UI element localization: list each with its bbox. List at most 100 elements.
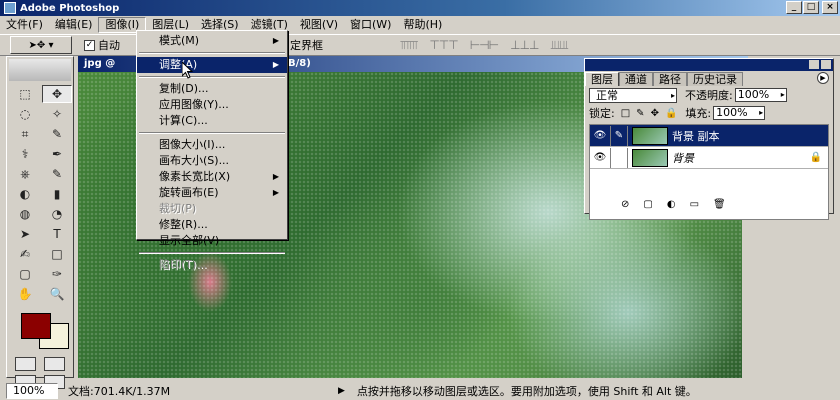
status-hint: 点按并拖移以移动图层或选区。要用附加选项，使用 Shift 和 Alt 键。 (356, 385, 697, 398)
auto-select-checkbox[interactable]: ✓ (84, 39, 95, 51)
tab-paths[interactable]: 路径 (653, 72, 687, 86)
foreground-color-swatch[interactable] (21, 313, 51, 339)
fill-input[interactable]: 100% (713, 106, 766, 120)
tool-preset-picker[interactable]: ➤✥ ▾ (10, 36, 72, 54)
history-brush-tool-icon[interactable]: ✎ (42, 165, 72, 183)
new-layer-icon[interactable]: ▭ (690, 199, 699, 210)
adjustment-layer-icon[interactable]: ◐ (667, 199, 676, 210)
menu-window[interactable]: 窗口(W) (344, 17, 397, 33)
menu-item-crop: 裁切(P) (159, 202, 197, 215)
menu-view[interactable]: 视图(V) (294, 17, 344, 33)
window-controls: _ □ × (786, 1, 838, 14)
zoom-tool-icon[interactable]: 🔍 (42, 285, 72, 303)
menu-item-trap: 陷印(T)... (159, 258, 207, 271)
opacity-input[interactable]: 100% (734, 88, 787, 102)
align-icon[interactable]: ⫪⫪⫪ (400, 38, 418, 53)
lock-transparency-icon[interactable]: □ (621, 108, 630, 119)
zoom-input[interactable]: 100% (6, 383, 58, 399)
lock-label: 锁定: (589, 107, 615, 120)
align-icon[interactable]: ⊢⊣⊢ (470, 38, 499, 53)
hand-tool-icon[interactable]: ✋ (10, 285, 40, 303)
slice-tool-icon[interactable]: ✎ (42, 125, 72, 143)
align-buttons: ⫪⫪⫪ ⊤⊤⊤ ⊢⊣⊢ ⊥⊥⊥ ⫫⫫⫫ (400, 38, 569, 53)
type-tool-icon[interactable]: T (42, 225, 72, 243)
dodge-tool-icon[interactable]: ◔ (42, 205, 72, 223)
menu-item-adjustments[interactable]: 调整(A) ▶ (137, 57, 287, 73)
layer-style-icon[interactable]: ⊘ (621, 199, 629, 210)
panel-menu-icon[interactable]: ▶ (817, 72, 829, 84)
minimize-button[interactable]: _ (786, 1, 802, 14)
layer-mask-icon[interactable]: ▢ (643, 199, 652, 210)
brush-link-icon[interactable] (610, 147, 628, 168)
lasso-tool-icon[interactable]: ◌ (10, 105, 40, 123)
submenu-arrow-icon: ▶ (272, 36, 279, 45)
menu-item-apply-image[interactable]: 应用图像(Y)... (137, 97, 287, 113)
menu-item-duplicate[interactable]: 复制(D)... (137, 81, 287, 97)
magic-wand-tool-icon[interactable]: ✧ (42, 105, 72, 123)
document-size: 文档:701.4K/1.37M (68, 385, 171, 398)
lock-pixels-icon[interactable]: ✎ (636, 108, 644, 119)
menu-item-trim[interactable]: 修整(R)... (137, 217, 287, 233)
gradient-tool-icon[interactable]: ▮ (42, 185, 72, 203)
blend-mode-select[interactable]: 正常 (589, 87, 677, 103)
show-bounding-box-label: 定界框 (290, 39, 323, 52)
lock-icons: □ ✎ ✥ 🔒 (621, 108, 678, 119)
layer-row[interactable]: 👁 背景 🔒 (590, 147, 828, 169)
lock-position-icon[interactable]: ✥ (651, 108, 659, 119)
brush-link-icon[interactable]: ✎ (610, 125, 628, 146)
menu-file[interactable]: 文件(F) (0, 17, 49, 33)
menu-help[interactable]: 帮助(H) (397, 17, 448, 33)
status-menu-arrow-icon[interactable]: ▶ (338, 386, 345, 396)
visibility-eye-icon[interactable]: 👁 (590, 130, 610, 141)
maximize-button[interactable]: □ (803, 1, 819, 14)
menu-item-image-size[interactable]: 图像大小(I)... (137, 137, 287, 153)
menu-item-pixel-aspect[interactable]: 像素长宽比(X) ▶ (137, 169, 287, 185)
eyedropper-tool-icon[interactable]: ✑ (42, 265, 72, 283)
layer-row[interactable]: 👁 ✎ 背景 副本 (590, 125, 828, 147)
visibility-eye-icon[interactable]: 👁 (590, 152, 610, 163)
notes-tool-icon[interactable]: ▢ (10, 265, 40, 283)
tool-grid: ⬚ ✥ ◌ ✧ ⌗ ✎ ⚕ ✒ ⎈ ✎ ◐ ▮ ◍ ◔ ➤ T ✍ □ ▢ ✑ … (7, 83, 73, 305)
menu-edit[interactable]: 编辑(E) (49, 17, 99, 33)
marquee-tool-icon[interactable]: ⬚ (10, 85, 40, 103)
clone-stamp-tool-icon[interactable]: ⎈ (10, 165, 40, 183)
tab-history[interactable]: 历史记录 (687, 72, 743, 86)
document-title: jpg @ (84, 58, 116, 69)
pen-tool-icon[interactable]: ✍ (10, 245, 40, 263)
quick-mask-button[interactable] (44, 357, 65, 371)
menu-item-reveal-all[interactable]: 显示全部(V) (137, 233, 287, 249)
healing-brush-tool-icon[interactable]: ⚕ (10, 145, 40, 163)
blur-tool-icon[interactable]: ◍ (10, 205, 40, 223)
blend-row: 正常 不透明度: 100% (585, 86, 833, 104)
menu-item-rotate-canvas[interactable]: 旋转画布(E) ▶ (137, 185, 287, 201)
panel-tabs: 图层 通道 路径 历史记录 ▶ (585, 72, 833, 86)
crop-tool-icon[interactable]: ⌗ (10, 125, 40, 143)
tab-layers[interactable]: 图层 (585, 72, 619, 86)
path-selection-tool-icon[interactable]: ➤ (10, 225, 40, 243)
shape-tool-icon[interactable]: □ (42, 245, 72, 263)
move-tool-icon[interactable]: ✥ (42, 85, 72, 103)
eraser-tool-icon[interactable]: ◐ (10, 185, 40, 203)
panel-close-icon[interactable] (821, 60, 831, 69)
menu-item-mode[interactable]: 模式(M) ▶ (137, 33, 287, 49)
layer-thumbnail (632, 126, 668, 145)
distribute-icon[interactable]: ⫫⫫⫫ (550, 38, 568, 53)
close-button[interactable]: × (822, 1, 838, 14)
fill-label: 填充: (685, 107, 712, 120)
opacity-label: 不透明度: (685, 89, 733, 102)
status-bar: 100% 文档:701.4K/1.37M ▶ 点按并拖移以移动图层或选区。要用附… (0, 382, 840, 400)
standard-mode-button[interactable] (15, 357, 36, 371)
distribute-icon[interactable]: ⊥⊥⊥ (510, 38, 539, 53)
menu-item-canvas-size[interactable]: 画布大小(S)... (137, 153, 287, 169)
submenu-arrow-icon: ▶ (272, 60, 279, 69)
lock-all-icon[interactable]: 🔒 (665, 108, 677, 119)
trash-icon[interactable]: 🗑 (713, 199, 726, 210)
align-icon[interactable]: ⊤⊤⊤ (429, 38, 458, 53)
panel-minimize-icon[interactable] (809, 60, 819, 69)
menu-item-calculations[interactable]: 计算(C)... (137, 113, 287, 129)
toolbox: ⬚ ✥ ◌ ✧ ⌗ ✎ ⚕ ✒ ⎈ ✎ ◐ ▮ ◍ ◔ ➤ T ✍ □ ▢ ✑ … (6, 56, 74, 389)
brush-tool-icon[interactable]: ✒ (42, 145, 72, 163)
panel-title-bar[interactable] (585, 59, 833, 71)
auto-select-label: 自动 (98, 39, 120, 52)
tab-channels[interactable]: 通道 (619, 72, 653, 86)
